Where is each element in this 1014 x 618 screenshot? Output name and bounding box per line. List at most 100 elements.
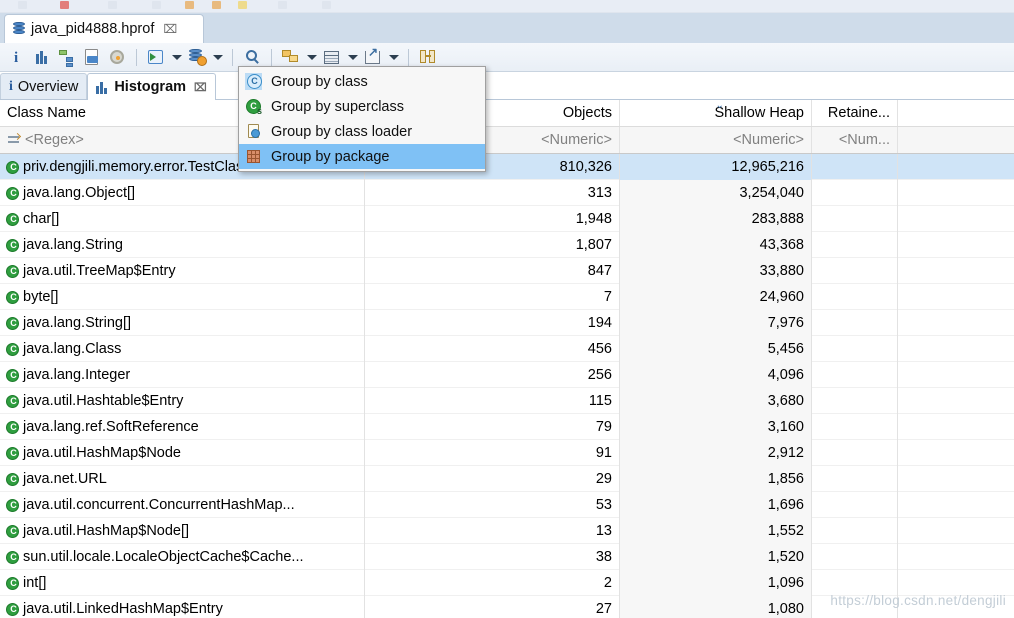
toolbar-separator bbox=[408, 48, 409, 66]
table-row[interactable]: java.util.TreeMap$Entry 84733,880 bbox=[0, 258, 1014, 284]
chevron-down-icon[interactable] bbox=[387, 46, 400, 68]
cell-objects: 2 bbox=[365, 570, 620, 596]
table-row[interactable]: java.lang.Class 4565,456 bbox=[0, 336, 1014, 362]
menu-item-group-by-class[interactable]: Group by class bbox=[239, 69, 485, 94]
java-class-icon bbox=[6, 550, 20, 564]
cell-filler bbox=[898, 258, 1014, 284]
table-row[interactable]: java.lang.String[] 1947,976 bbox=[0, 310, 1014, 336]
column-header-filler bbox=[898, 100, 1014, 126]
cell-objects: 38 bbox=[365, 544, 620, 570]
run-query-icon[interactable] bbox=[145, 46, 167, 68]
cell-class-name-label: int[] bbox=[23, 575, 47, 591]
dominator-tree-icon[interactable] bbox=[56, 46, 78, 68]
java-class-icon bbox=[6, 342, 20, 356]
cell-class-name-label: java.util.LinkedHashMap$Entry bbox=[23, 601, 223, 617]
group-by-class-icon bbox=[245, 73, 262, 90]
cell-filler bbox=[898, 596, 1014, 618]
cell-shallow-heap: 3,254,040 bbox=[620, 180, 812, 206]
cell-class-name: java.util.LinkedHashMap$Entry bbox=[0, 596, 365, 618]
editor-tabbar: java_pid4888.hprof ⌧ bbox=[0, 13, 1014, 43]
table-row[interactable]: java.util.HashMap$Node 912,912 bbox=[0, 440, 1014, 466]
cell-objects: 847 bbox=[365, 258, 620, 284]
cell-retained-heap bbox=[812, 466, 898, 492]
column-header-shallow-heap[interactable]: ⌄ Shallow Heap bbox=[620, 100, 812, 126]
cell-class-name: java.util.concurrent.ConcurrentHashMap..… bbox=[0, 492, 365, 518]
table-row[interactable]: sun.util.locale.LocaleObjectCache$Cache.… bbox=[0, 544, 1014, 570]
column-header-retained-heap[interactable]: Retaine... bbox=[812, 100, 898, 126]
tab-histogram[interactable]: Histogram ⌧ bbox=[87, 73, 216, 100]
cell-filler bbox=[898, 492, 1014, 518]
find-icon[interactable] bbox=[241, 46, 263, 68]
table-row[interactable]: java.util.LinkedHashMap$Entry 271,080 bbox=[0, 596, 1014, 618]
cell-filler bbox=[898, 284, 1014, 310]
cell-objects: 1,948 bbox=[365, 206, 620, 232]
table-row[interactable]: java.lang.String 1,80743,368 bbox=[0, 232, 1014, 258]
cell-class-name-label: java.util.TreeMap$Entry bbox=[23, 263, 176, 279]
table-row[interactable]: priv.dengjili.memory.error.TestClass810,… bbox=[0, 154, 1014, 180]
cell-retained-heap bbox=[812, 232, 898, 258]
cell-filler bbox=[898, 362, 1014, 388]
menu-item-group-by-package[interactable]: Group by package bbox=[239, 144, 485, 169]
table-row[interactable]: java.util.HashMap$Node[] 131,552 bbox=[0, 518, 1014, 544]
ghost-icon bbox=[322, 1, 331, 9]
cell-filler bbox=[898, 206, 1014, 232]
cell-class-name-label: java.util.concurrent.ConcurrentHashMap..… bbox=[23, 497, 295, 513]
oql-icon[interactable] bbox=[81, 46, 103, 68]
histogram-icon[interactable] bbox=[31, 46, 53, 68]
group-by-menu: Group by class Group by superclass Group… bbox=[238, 66, 486, 172]
export-icon[interactable] bbox=[362, 45, 384, 68]
filter-class-name-placeholder: <Regex> bbox=[25, 132, 84, 148]
group-by-icon[interactable] bbox=[280, 46, 302, 68]
heap-actions-icon[interactable] bbox=[186, 46, 208, 68]
java-class-icon bbox=[6, 316, 20, 330]
table-row[interactable]: java.lang.Object[] 3133,254,040 bbox=[0, 180, 1014, 206]
cell-class-name: java.lang.Class bbox=[0, 336, 365, 362]
cell-class-name-label: java.lang.Object[] bbox=[23, 185, 136, 201]
inspector-icon[interactable] bbox=[106, 46, 128, 68]
cell-objects: 115 bbox=[365, 388, 620, 414]
table-row[interactable]: char[] 1,948283,888 bbox=[0, 206, 1014, 232]
cell-class-name-label: priv.dengjili.memory.error.TestClass bbox=[23, 159, 251, 175]
table-row[interactable]: java.util.Hashtable$Entry 1153,680 bbox=[0, 388, 1014, 414]
cell-shallow-heap: 3,680 bbox=[620, 388, 812, 414]
cell-class-name-label: java.util.Hashtable$Entry bbox=[23, 393, 184, 409]
compare-icon[interactable] bbox=[417, 46, 439, 68]
java-class-icon bbox=[6, 212, 20, 226]
java-class-icon bbox=[6, 394, 20, 408]
close-icon[interactable]: ⌧ bbox=[163, 23, 177, 35]
chevron-down-icon[interactable] bbox=[211, 46, 224, 68]
cell-objects: 194 bbox=[365, 310, 620, 336]
tab-overview[interactable]: i Overview bbox=[0, 73, 88, 99]
menu-item-group-by-superclass[interactable]: Group by superclass bbox=[239, 94, 485, 119]
ghost-icon bbox=[278, 1, 287, 9]
filter-retained-heap[interactable]: <Num... bbox=[812, 127, 898, 153]
table-row[interactable]: java.lang.ref.SoftReference 793,160 bbox=[0, 414, 1014, 440]
cell-class-name: java.net.URL bbox=[0, 466, 365, 492]
group-by-chevron-down-icon[interactable] bbox=[305, 46, 318, 68]
cell-class-name: java.lang.ref.SoftReference bbox=[0, 414, 365, 440]
calculator-icon[interactable] bbox=[321, 46, 343, 68]
editor-tab-heapdump[interactable]: java_pid4888.hprof ⌧ bbox=[4, 14, 204, 43]
close-icon[interactable]: ⌧ bbox=[194, 81, 207, 94]
ghost-icon bbox=[108, 1, 117, 9]
cell-shallow-heap: 283,888 bbox=[620, 206, 812, 232]
cell-class-name-label: sun.util.locale.LocaleObjectCache$Cache.… bbox=[23, 549, 304, 565]
table-row[interactable]: int[] 21,096 bbox=[0, 570, 1014, 596]
cell-class-name: java.lang.Object[] bbox=[0, 180, 365, 206]
table-row[interactable]: java.lang.Integer 2564,096 bbox=[0, 362, 1014, 388]
menu-item-group-by-class-loader[interactable]: Group by class loader bbox=[239, 119, 485, 144]
menu-item-label: Group by package bbox=[271, 148, 390, 165]
cell-retained-heap bbox=[812, 596, 898, 618]
table-row[interactable]: java.net.URL 291,856 bbox=[0, 466, 1014, 492]
chevron-down-icon[interactable] bbox=[346, 46, 359, 68]
menu-item-label: Group by superclass bbox=[271, 98, 404, 115]
table-row[interactable]: byte[] 724,960 bbox=[0, 284, 1014, 310]
cell-retained-heap bbox=[812, 258, 898, 284]
java-class-icon bbox=[6, 368, 20, 382]
info-icon[interactable]: i bbox=[6, 46, 28, 68]
column-header-shallow-heap-label: Shallow Heap bbox=[714, 105, 804, 121]
heap-toolbar: i bbox=[0, 43, 1014, 72]
table-row[interactable]: java.util.concurrent.ConcurrentHashMap..… bbox=[0, 492, 1014, 518]
filter-shallow-heap[interactable]: <Numeric> bbox=[620, 127, 812, 153]
chevron-down-icon[interactable] bbox=[170, 46, 183, 68]
